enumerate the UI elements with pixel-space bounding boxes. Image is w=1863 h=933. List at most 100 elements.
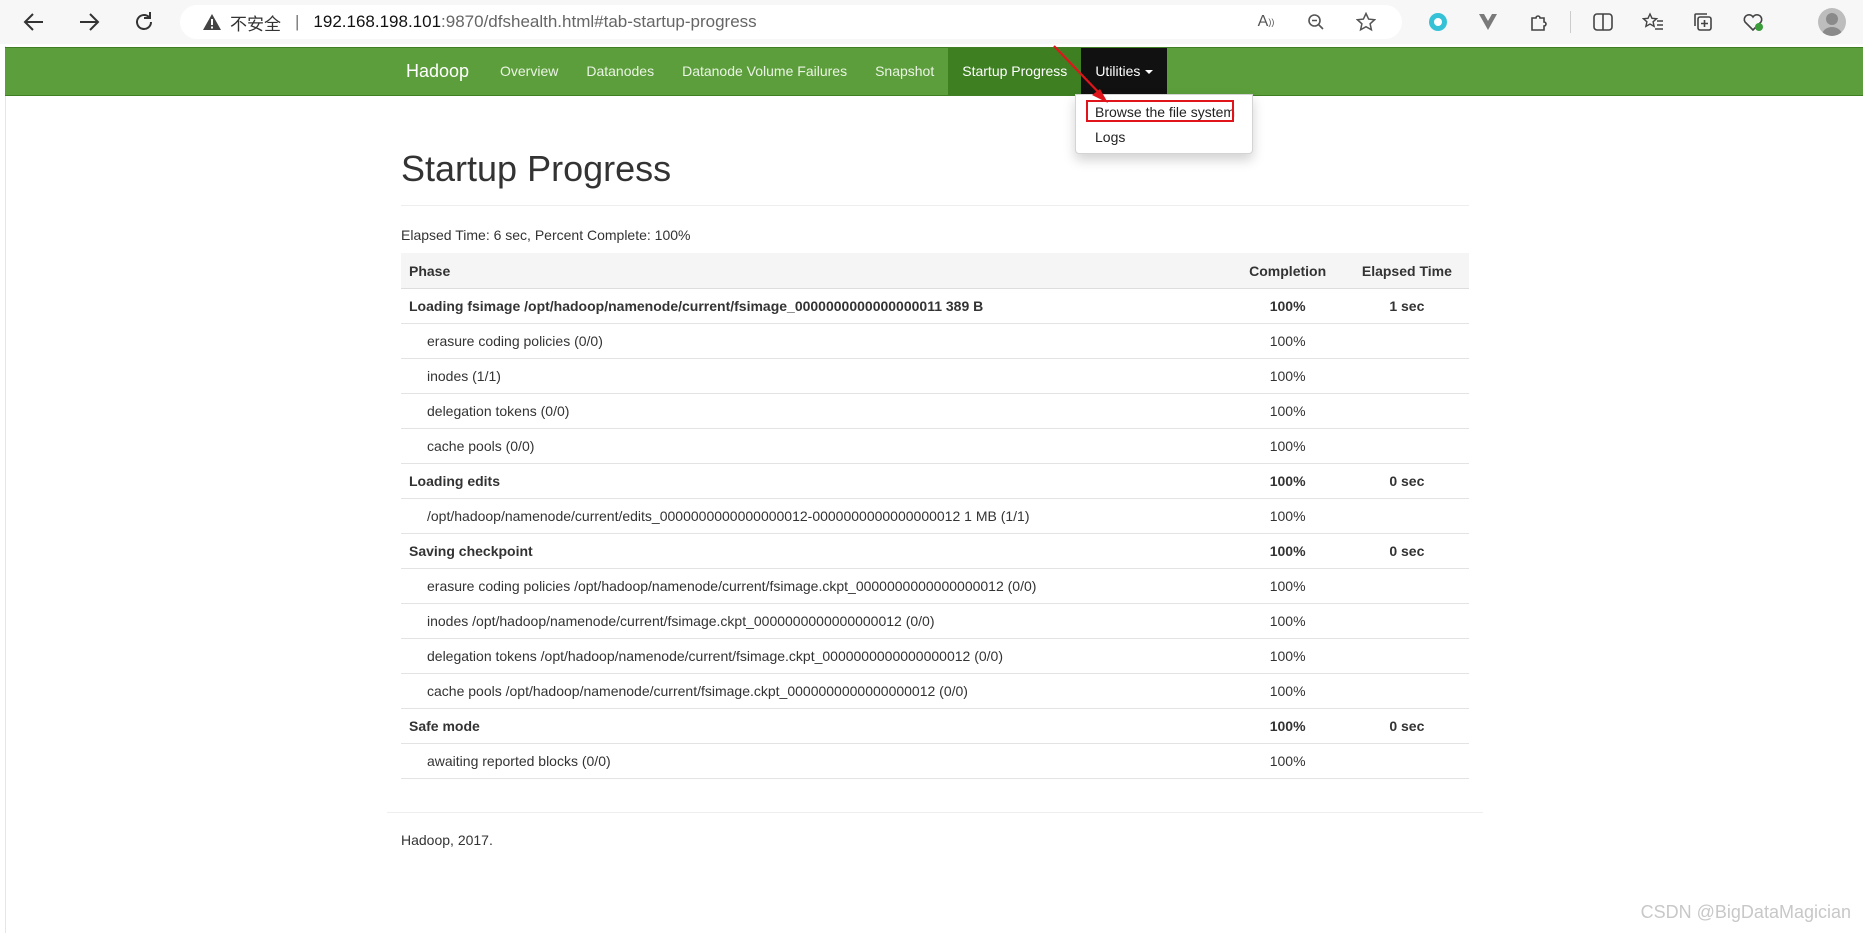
elapsed-cell (1344, 498, 1469, 534)
nav-datanodes[interactable]: Datanodes (572, 48, 668, 95)
completion-cell: 100% (1230, 603, 1345, 639)
table-row: Loading edits 100% 0 sec (401, 463, 1469, 499)
forward-icon[interactable] (73, 6, 105, 38)
completion-cell: 100% (1230, 568, 1345, 604)
elapsed-cell: 0 sec (1344, 708, 1469, 744)
step-cell: inodes /opt/hadoop/namenode/current/fsim… (401, 603, 1231, 639)
extensions-area (1420, 6, 1771, 38)
menu-item-logs[interactable]: Logs (1095, 129, 1125, 145)
extensions-puzzle-icon[interactable] (1520, 6, 1556, 38)
elapsed-cell (1344, 638, 1469, 674)
nav-datanode-volume-failures[interactable]: Datanode Volume Failures (668, 48, 861, 95)
table-row: Saving checkpoint 100% 0 sec (401, 533, 1469, 569)
elapsed-cell (1344, 358, 1469, 394)
completion-cell: 100% (1230, 498, 1345, 534)
security-label[interactable]: 不安全 (230, 10, 281, 35)
completion-cell: 100% (1230, 428, 1345, 464)
completion-cell: 100% (1230, 638, 1345, 674)
table-row: /opt/hadoop/namenode/current/edits_00000… (401, 498, 1469, 534)
step-cell: delegation tokens /opt/hadoop/namenode/c… (401, 638, 1231, 674)
startup-progress-table: Phase Completion Elapsed Time Loading fs… (401, 253, 1469, 779)
url-path: :9870/dfshealth.html#tab-startup-progres… (441, 12, 757, 31)
split-screen-icon[interactable] (1585, 6, 1621, 38)
phase-cell: Safe mode (401, 708, 1231, 744)
completion-cell: 100% (1230, 463, 1345, 499)
phase-cell: Loading fsimage /opt/hadoop/namenode/cur… (401, 288, 1231, 324)
step-cell: /opt/hadoop/namenode/current/edits_00000… (401, 498, 1231, 534)
collections-icon[interactable] (1685, 6, 1721, 38)
completion-cell: 100% (1230, 743, 1345, 779)
address-bar[interactable]: 不安全 | 192.168.198.101:9870/dfshealth.htm… (180, 5, 1402, 39)
table-row: erasure coding policies (0/0) 100% (401, 323, 1469, 359)
toolbar-divider (1570, 11, 1571, 33)
watermark: CSDN @BigDataMagician (1640, 902, 1851, 922)
column-header-completion: Completion (1230, 253, 1345, 289)
top-navbar: Hadoop Overview Datanodes Datanode Volum… (5, 47, 1863, 96)
elapsed-cell (1344, 743, 1469, 779)
table-row: delegation tokens (0/0) 100% (401, 393, 1469, 429)
page-title: Startup Progress (401, 148, 672, 189)
elapsed-cell: 1 sec (1344, 288, 1469, 324)
table-row: cache pools (0/0) 100% (401, 428, 1469, 464)
completion-cell: 100% (1230, 708, 1345, 744)
annotation-arrow (1053, 45, 1108, 103)
elapsed-cell (1344, 428, 1469, 464)
extension-circle-icon[interactable] (1420, 6, 1456, 38)
browser-toolbar: 不安全 | 192.168.198.101:9870/dfshealth.htm… (0, 0, 1863, 44)
completion-cell: 100% (1230, 288, 1345, 324)
table-row: inodes /opt/hadoop/namenode/current/fsim… (401, 603, 1469, 639)
elapsed-cell: 0 sec (1344, 533, 1469, 569)
step-cell: cache pools /opt/hadoop/namenode/current… (401, 673, 1231, 709)
step-cell: awaiting reported blocks (0/0) (401, 743, 1231, 779)
step-cell: cache pools (0/0) (401, 428, 1231, 464)
footer-text: Hadoop, 2017. (401, 832, 493, 848)
completion-cell: 100% (1230, 673, 1345, 709)
address-divider: | (295, 12, 300, 31)
zoom-icon[interactable] (1300, 11, 1332, 33)
phase-cell: Saving checkpoint (401, 533, 1231, 569)
table-row: Safe mode 100% 0 sec (401, 708, 1469, 744)
column-header-phase: Phase (401, 253, 1231, 289)
url-host: 192.168.198.101 (313, 12, 442, 31)
table-row: Loading fsimage /opt/hadoop/namenode/cur… (401, 288, 1469, 324)
completion-cell: 100% (1230, 533, 1345, 569)
refresh-icon[interactable] (128, 6, 160, 38)
elapsed-summary: Elapsed Time: 6 sec, Percent Complete: 1… (401, 227, 691, 243)
favorite-star-icon[interactable] (1350, 11, 1382, 33)
table-header-row: Phase Completion Elapsed Time (401, 253, 1469, 289)
elapsed-cell (1344, 568, 1469, 604)
step-cell: inodes (1/1) (401, 358, 1231, 394)
favorites-list-icon[interactable] (1635, 6, 1671, 38)
nav-snapshot[interactable]: Snapshot (861, 48, 948, 95)
warning-icon[interactable] (202, 12, 222, 32)
step-cell: delegation tokens (0/0) (401, 393, 1231, 429)
footer-divider (387, 812, 1483, 813)
column-header-elapsed-time: Elapsed Time (1344, 253, 1469, 289)
elapsed-cell (1344, 393, 1469, 429)
completion-cell: 100% (1230, 358, 1345, 394)
table-row: erasure coding policies /opt/hadoop/name… (401, 568, 1469, 604)
caret-down-icon (1145, 70, 1154, 75)
step-cell: erasure coding policies (0/0) (401, 323, 1231, 359)
completion-cell: 100% (1230, 323, 1345, 359)
back-icon[interactable] (18, 6, 50, 38)
elapsed-cell: 0 sec (1344, 463, 1469, 499)
title-divider (401, 205, 1469, 206)
read-aloud-icon[interactable]: A)) (1250, 11, 1282, 33)
step-cell: erasure coding policies /opt/hadoop/name… (401, 568, 1231, 604)
table-row: awaiting reported blocks (0/0) 100% (401, 743, 1469, 779)
table-row: cache pools /opt/hadoop/namenode/current… (401, 673, 1469, 709)
elapsed-cell (1344, 603, 1469, 639)
completion-cell: 100% (1230, 393, 1345, 429)
table-row: inodes (1/1) 100% (401, 358, 1469, 394)
phase-cell: Loading edits (401, 463, 1231, 499)
profile-avatar[interactable] (1818, 8, 1846, 36)
table-row: delegation tokens /opt/hadoop/namenode/c… (401, 638, 1469, 674)
nav-overview[interactable]: Overview (486, 48, 572, 95)
elapsed-cell (1344, 323, 1469, 359)
vue-devtools-icon[interactable] (1470, 6, 1506, 38)
browser-essentials-icon[interactable] (1735, 6, 1771, 38)
brand-link[interactable]: Hadoop (406, 48, 469, 95)
elapsed-cell (1344, 673, 1469, 709)
address-actions: A)) (1250, 11, 1382, 33)
